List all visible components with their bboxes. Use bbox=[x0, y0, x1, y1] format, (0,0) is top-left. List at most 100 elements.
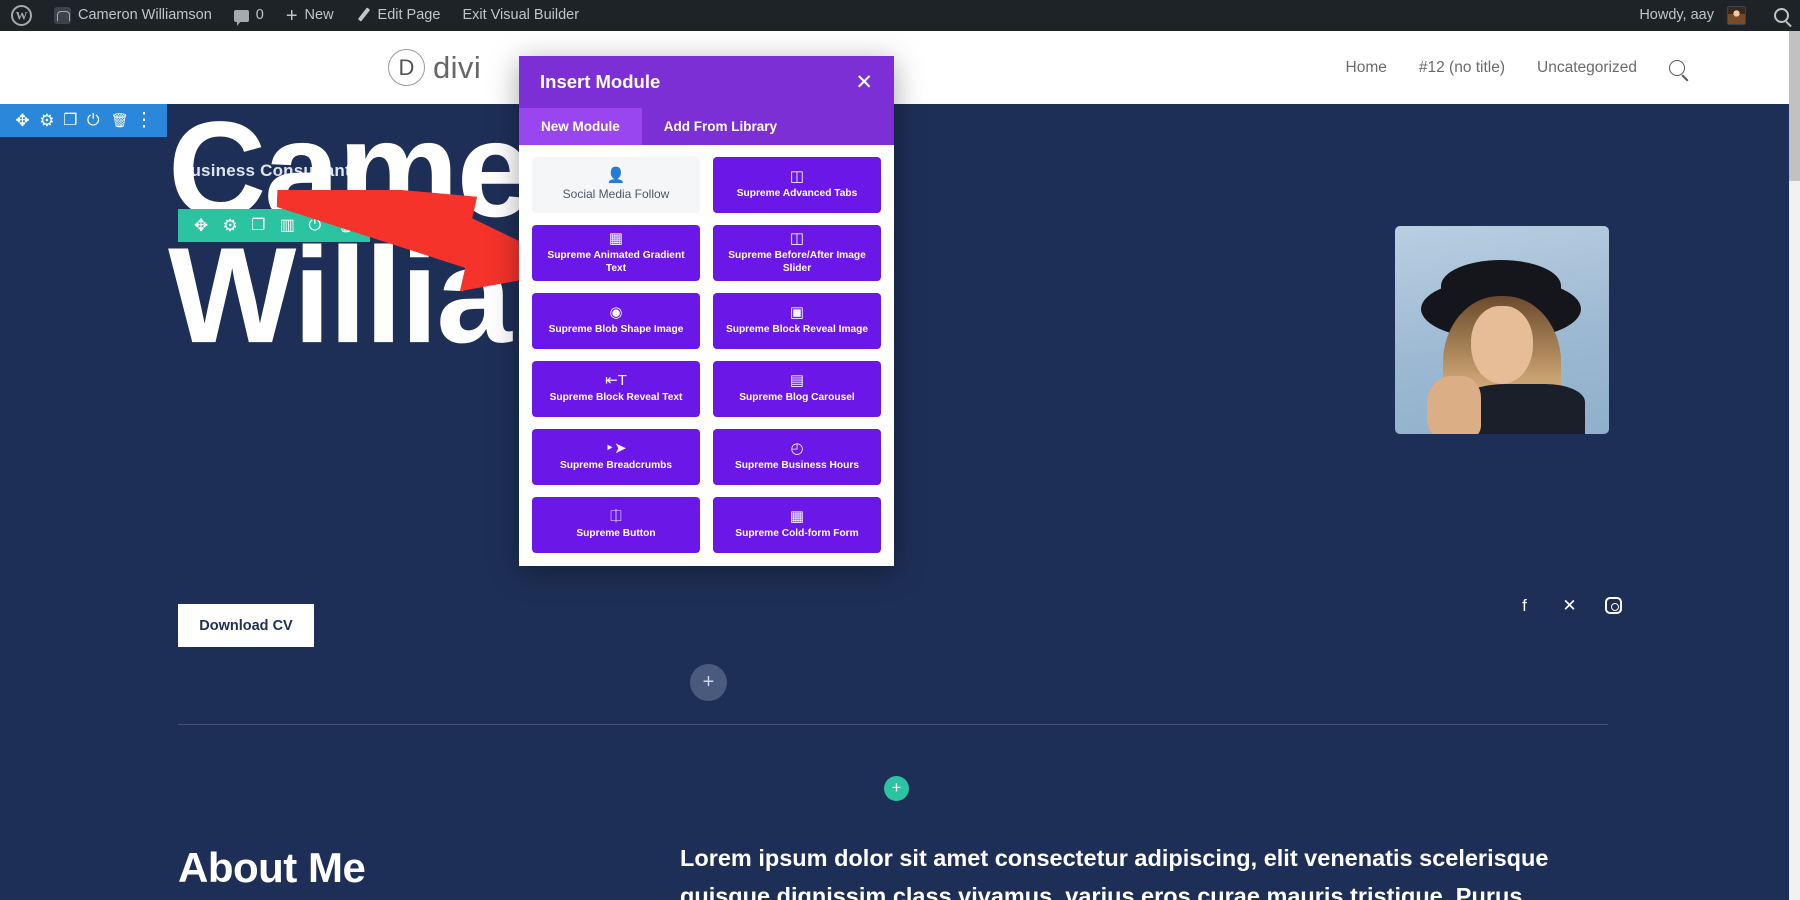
edit-page-link[interactable]: Edit Page bbox=[345, 0, 452, 31]
portrait-face bbox=[1471, 306, 1533, 384]
module-card-animated-gradient-text[interactable]: ▦ Supreme Animated Gradient Text bbox=[532, 225, 700, 281]
wp-admin-bar: Cameron Williamson 0 + New Edit Page Exi… bbox=[0, 0, 1800, 31]
delete-icon[interactable] bbox=[337, 217, 354, 234]
duplicate-icon[interactable] bbox=[63, 112, 80, 129]
module-label: Supreme Breadcrumbs bbox=[559, 460, 673, 472]
module-label: Supreme Blob Shape Image bbox=[548, 324, 684, 336]
blob-image-icon: ◉ bbox=[609, 304, 623, 322]
scrollbar-thumb[interactable] bbox=[1789, 31, 1800, 181]
modal-tabs: New Module Add From Library bbox=[519, 108, 894, 145]
form-icon: ▦ bbox=[789, 508, 805, 526]
tab-new-module[interactable]: New Module bbox=[519, 108, 642, 145]
delete-icon[interactable] bbox=[111, 112, 128, 129]
module-label: Social Media Follow bbox=[562, 187, 670, 202]
module-label: Supreme Business Hours bbox=[735, 460, 859, 472]
search-icon[interactable] bbox=[1669, 59, 1685, 76]
before-after-icon: ◫ bbox=[789, 230, 805, 248]
module-label: Supreme Advanced Tabs bbox=[736, 188, 858, 200]
comments-menu[interactable]: 0 bbox=[223, 0, 275, 31]
module-grid[interactable]: 👤 Social Media Follow ◫ Supreme Advanced… bbox=[519, 145, 894, 566]
module-card-advanced-tabs[interactable]: ◫ Supreme Advanced Tabs bbox=[713, 157, 881, 213]
person-add-icon: 👤 bbox=[606, 167, 626, 185]
module-label: Supreme Button bbox=[576, 528, 656, 540]
edit-page-label: Edit Page bbox=[377, 7, 441, 24]
site-name-label: Cameron Williamson bbox=[78, 7, 212, 24]
insert-module-modal: Insert Module ✕ New Module Add From Libr… bbox=[519, 56, 894, 566]
module-label: Supreme Blog Carousel bbox=[739, 392, 855, 404]
duplicate-icon[interactable] bbox=[251, 217, 268, 234]
about-heading: About Me bbox=[178, 844, 366, 891]
download-cv-button[interactable]: Download CV bbox=[178, 604, 314, 647]
nav-item-uncategorized[interactable]: Uncategorized bbox=[1537, 59, 1637, 77]
module-card-block-reveal-text[interactable]: ⇤T Supreme Block Reveal Text bbox=[532, 361, 700, 417]
module-card-coldform-form[interactable]: ▦ Supreme Cold-form Form bbox=[713, 497, 881, 553]
disable-icon[interactable] bbox=[308, 217, 325, 234]
module-card-button[interactable]: ⎅ Supreme Button bbox=[532, 497, 700, 553]
columns-icon[interactable] bbox=[280, 217, 297, 234]
module-label: Supreme Cold-form Form bbox=[735, 528, 859, 540]
primary-nav: Home #12 (no title) Uncategorized bbox=[1346, 59, 1685, 77]
module-label: Supreme Block Reveal Text bbox=[549, 392, 683, 404]
screen: Cameron Williamson 0 + New Edit Page Exi… bbox=[0, 0, 1800, 900]
comment-bubble-icon bbox=[233, 9, 249, 26]
comments-count: 0 bbox=[255, 7, 264, 24]
module-card-before-after-image-slider[interactable]: ◫ Supreme Before/After Image Slider bbox=[713, 225, 881, 281]
exit-visual-builder-link[interactable]: Exit Visual Builder bbox=[451, 0, 590, 31]
facebook-icon[interactable]: f bbox=[1515, 596, 1534, 615]
divi-logo-icon: D bbox=[388, 49, 425, 86]
section-divider bbox=[178, 724, 1608, 725]
x-twitter-icon[interactable]: ✕ bbox=[1560, 596, 1579, 615]
business-hours-icon: ◴ bbox=[790, 440, 804, 458]
module-card-blog-carousel[interactable]: ▤ Supreme Blog Carousel bbox=[713, 361, 881, 417]
module-card-block-reveal-image[interactable]: ▣ Supreme Block Reveal Image bbox=[713, 293, 881, 349]
howdy-label: Howdy, aay bbox=[1639, 7, 1714, 24]
exit-builder-label: Exit Visual Builder bbox=[462, 7, 580, 24]
add-row-button[interactable]: + bbox=[690, 664, 727, 701]
module-card-breadcrumbs[interactable]: ‣➤ Supreme Breadcrumbs bbox=[532, 429, 700, 485]
move-icon[interactable] bbox=[194, 217, 211, 234]
section-toolbar bbox=[0, 104, 167, 137]
modal-title: Insert Module bbox=[540, 71, 661, 92]
module-card-blob-shape-image[interactable]: ◉ Supreme Blob Shape Image bbox=[532, 293, 700, 349]
nav-item-page-12[interactable]: #12 (no title) bbox=[1419, 59, 1505, 77]
settings-icon[interactable] bbox=[222, 217, 239, 234]
module-card-business-hours[interactable]: ◴ Supreme Business Hours bbox=[713, 429, 881, 485]
page-content: Business Consultant Cameron Williamson D… bbox=[0, 101, 1800, 900]
pencil-icon bbox=[356, 8, 371, 23]
avatar bbox=[1727, 6, 1746, 25]
add-module-button[interactable]: + bbox=[884, 776, 909, 801]
admin-bar-right: Howdy, aay bbox=[1628, 0, 1800, 31]
site-logo[interactable]: D divi bbox=[388, 49, 481, 86]
more-options-icon[interactable] bbox=[135, 112, 152, 129]
blog-carousel-icon: ▤ bbox=[789, 372, 805, 390]
tab-add-from-library[interactable]: Add From Library bbox=[642, 108, 799, 145]
instagram-icon[interactable] bbox=[1605, 597, 1622, 614]
nav-item-home[interactable]: Home bbox=[1346, 59, 1387, 77]
module-label: Supreme Before/After Image Slider bbox=[728, 250, 866, 274]
module-label: Supreme Animated Gradient Text bbox=[547, 250, 685, 274]
new-content-menu[interactable]: + New bbox=[275, 0, 345, 31]
block-reveal-image-icon: ▣ bbox=[789, 304, 805, 322]
site-header: D divi Home #12 (no title) Uncategorized bbox=[0, 31, 1800, 104]
site-name-menu[interactable]: Cameron Williamson bbox=[43, 0, 223, 31]
settings-icon[interactable] bbox=[39, 112, 56, 129]
close-icon[interactable]: ✕ bbox=[855, 72, 873, 93]
module-label: Supreme Block Reveal Image bbox=[725, 324, 869, 336]
module-card-social-media-follow[interactable]: 👤 Social Media Follow bbox=[532, 157, 700, 213]
wordpress-logo-icon bbox=[11, 5, 32, 26]
block-reveal-text-icon: ⇤T bbox=[605, 372, 627, 390]
wp-logo-menu[interactable] bbox=[0, 0, 43, 31]
account-menu[interactable]: Howdy, aay bbox=[1628, 0, 1763, 31]
scrollbar[interactable] bbox=[1789, 31, 1800, 900]
move-icon[interactable] bbox=[15, 112, 32, 129]
social-links: f ✕ bbox=[1515, 596, 1622, 615]
disable-icon[interactable] bbox=[87, 112, 104, 129]
portrait-arm bbox=[1427, 376, 1481, 434]
breadcrumbs-icon: ‣➤ bbox=[605, 440, 627, 458]
module-toolbar bbox=[178, 209, 370, 242]
home-icon bbox=[54, 7, 71, 24]
gradient-text-icon: ▦ bbox=[608, 230, 624, 248]
search-icon bbox=[1774, 8, 1789, 23]
admin-search-button[interactable] bbox=[1763, 0, 1800, 31]
about-paragraph: Lorem ipsum dolor sit amet consectetur a… bbox=[680, 845, 1549, 900]
